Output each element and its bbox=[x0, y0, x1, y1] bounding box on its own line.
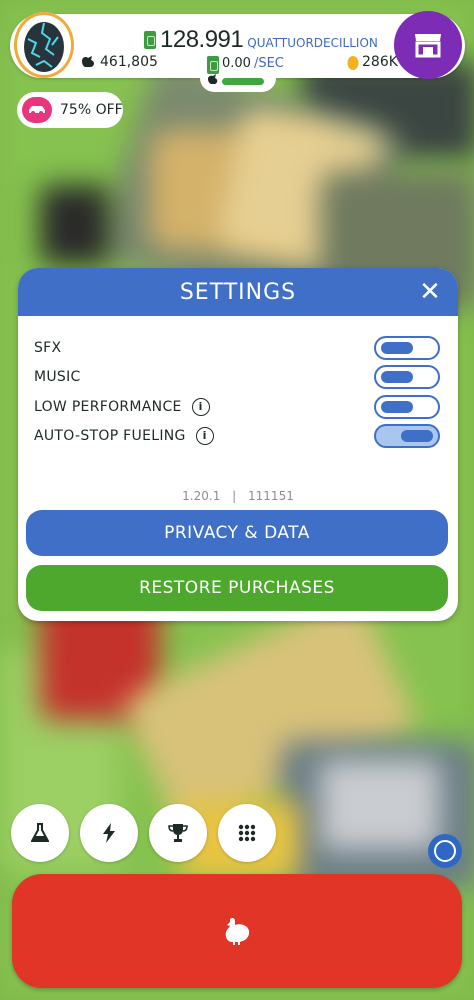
sfx-toggle[interactable] bbox=[374, 336, 440, 360]
cash-icon bbox=[207, 56, 219, 74]
setting-row-low-performance: LOW PERFORMANCE i bbox=[34, 394, 444, 420]
setting-row-sfx: SFX bbox=[34, 335, 444, 361]
restore-purchases-button[interactable]: RESTORE PURCHASES bbox=[26, 565, 448, 611]
flask-icon bbox=[31, 823, 49, 842]
build-number: 111151 bbox=[248, 489, 294, 503]
shop-icon bbox=[415, 34, 441, 58]
chicken-icon bbox=[225, 917, 250, 945]
chicken-icon bbox=[82, 56, 94, 67]
cash-icon bbox=[144, 31, 156, 49]
income-rate: 0.00 /SEC bbox=[207, 54, 284, 74]
chicken-count: 461,805 bbox=[80, 54, 158, 70]
money-value: 128.991 bbox=[160, 26, 244, 53]
trophy-button[interactable] bbox=[149, 804, 207, 862]
setting-label: LOW PERFORMANCE i bbox=[34, 398, 210, 416]
setting-label: SFX bbox=[34, 340, 62, 356]
egg-icon bbox=[24, 22, 64, 72]
privacy-data-button[interactable]: PRIVACY & DATA bbox=[26, 510, 448, 556]
grid-icon bbox=[238, 824, 256, 842]
info-icon[interactable]: i bbox=[191, 398, 210, 416]
close-button[interactable]: ✕ bbox=[416, 278, 444, 306]
settings-header: SETTINGS ✕ bbox=[18, 268, 458, 316]
car-icon bbox=[22, 97, 52, 123]
money-display: 128.991 QUATTUORDECILLION bbox=[144, 26, 378, 53]
rate-value: 0.00 bbox=[222, 55, 251, 71]
auto-stop-fueling-toggle[interactable] bbox=[374, 424, 440, 448]
rate-unit: /SEC bbox=[253, 55, 284, 71]
golden-egg-value: 286K bbox=[362, 54, 398, 70]
lightning-icon bbox=[103, 823, 115, 843]
research-button[interactable] bbox=[11, 804, 69, 862]
chicken-count-value: 461,805 bbox=[100, 54, 158, 70]
info-icon[interactable]: i bbox=[195, 427, 214, 445]
fuel-progress-bar bbox=[222, 78, 264, 85]
camera-toggle-button[interactable] bbox=[428, 834, 462, 868]
hatch-chicken-button[interactable] bbox=[12, 874, 462, 988]
golden-egg-icon bbox=[347, 55, 359, 70]
circle-icon bbox=[434, 840, 456, 862]
setting-row-auto-stop-fueling: AUTO-STOP FUELING i bbox=[34, 423, 444, 449]
music-toggle[interactable] bbox=[374, 365, 440, 389]
low-performance-toggle[interactable] bbox=[374, 395, 440, 419]
trophy-icon bbox=[168, 824, 188, 842]
version-info: 1.20.1 | 111151 bbox=[182, 489, 294, 503]
setting-row-music: MUSIC bbox=[34, 364, 444, 390]
setting-label: AUTO-STOP FUELING i bbox=[34, 427, 214, 445]
setting-label: MUSIC bbox=[34, 369, 81, 385]
money-unit: QUATTUORDECILLION bbox=[247, 36, 378, 50]
egg-avatar[interactable] bbox=[14, 12, 74, 78]
settings-title: SETTINGS bbox=[179, 279, 297, 305]
golden-egg-count: 286K bbox=[347, 54, 398, 70]
shop-button[interactable] bbox=[394, 11, 462, 79]
discount-label: 75% OFF bbox=[60, 102, 123, 118]
discount-badge[interactable]: 75% OFF bbox=[17, 92, 123, 128]
menu-button[interactable] bbox=[218, 804, 276, 862]
version-number: 1.20.1 bbox=[182, 489, 221, 503]
settings-dialog: SETTINGS ✕ SFX MUSIC LOW PERFORMANCE i A… bbox=[18, 268, 458, 621]
boosts-button[interactable] bbox=[80, 804, 138, 862]
chicken-run-icon bbox=[208, 74, 218, 84]
